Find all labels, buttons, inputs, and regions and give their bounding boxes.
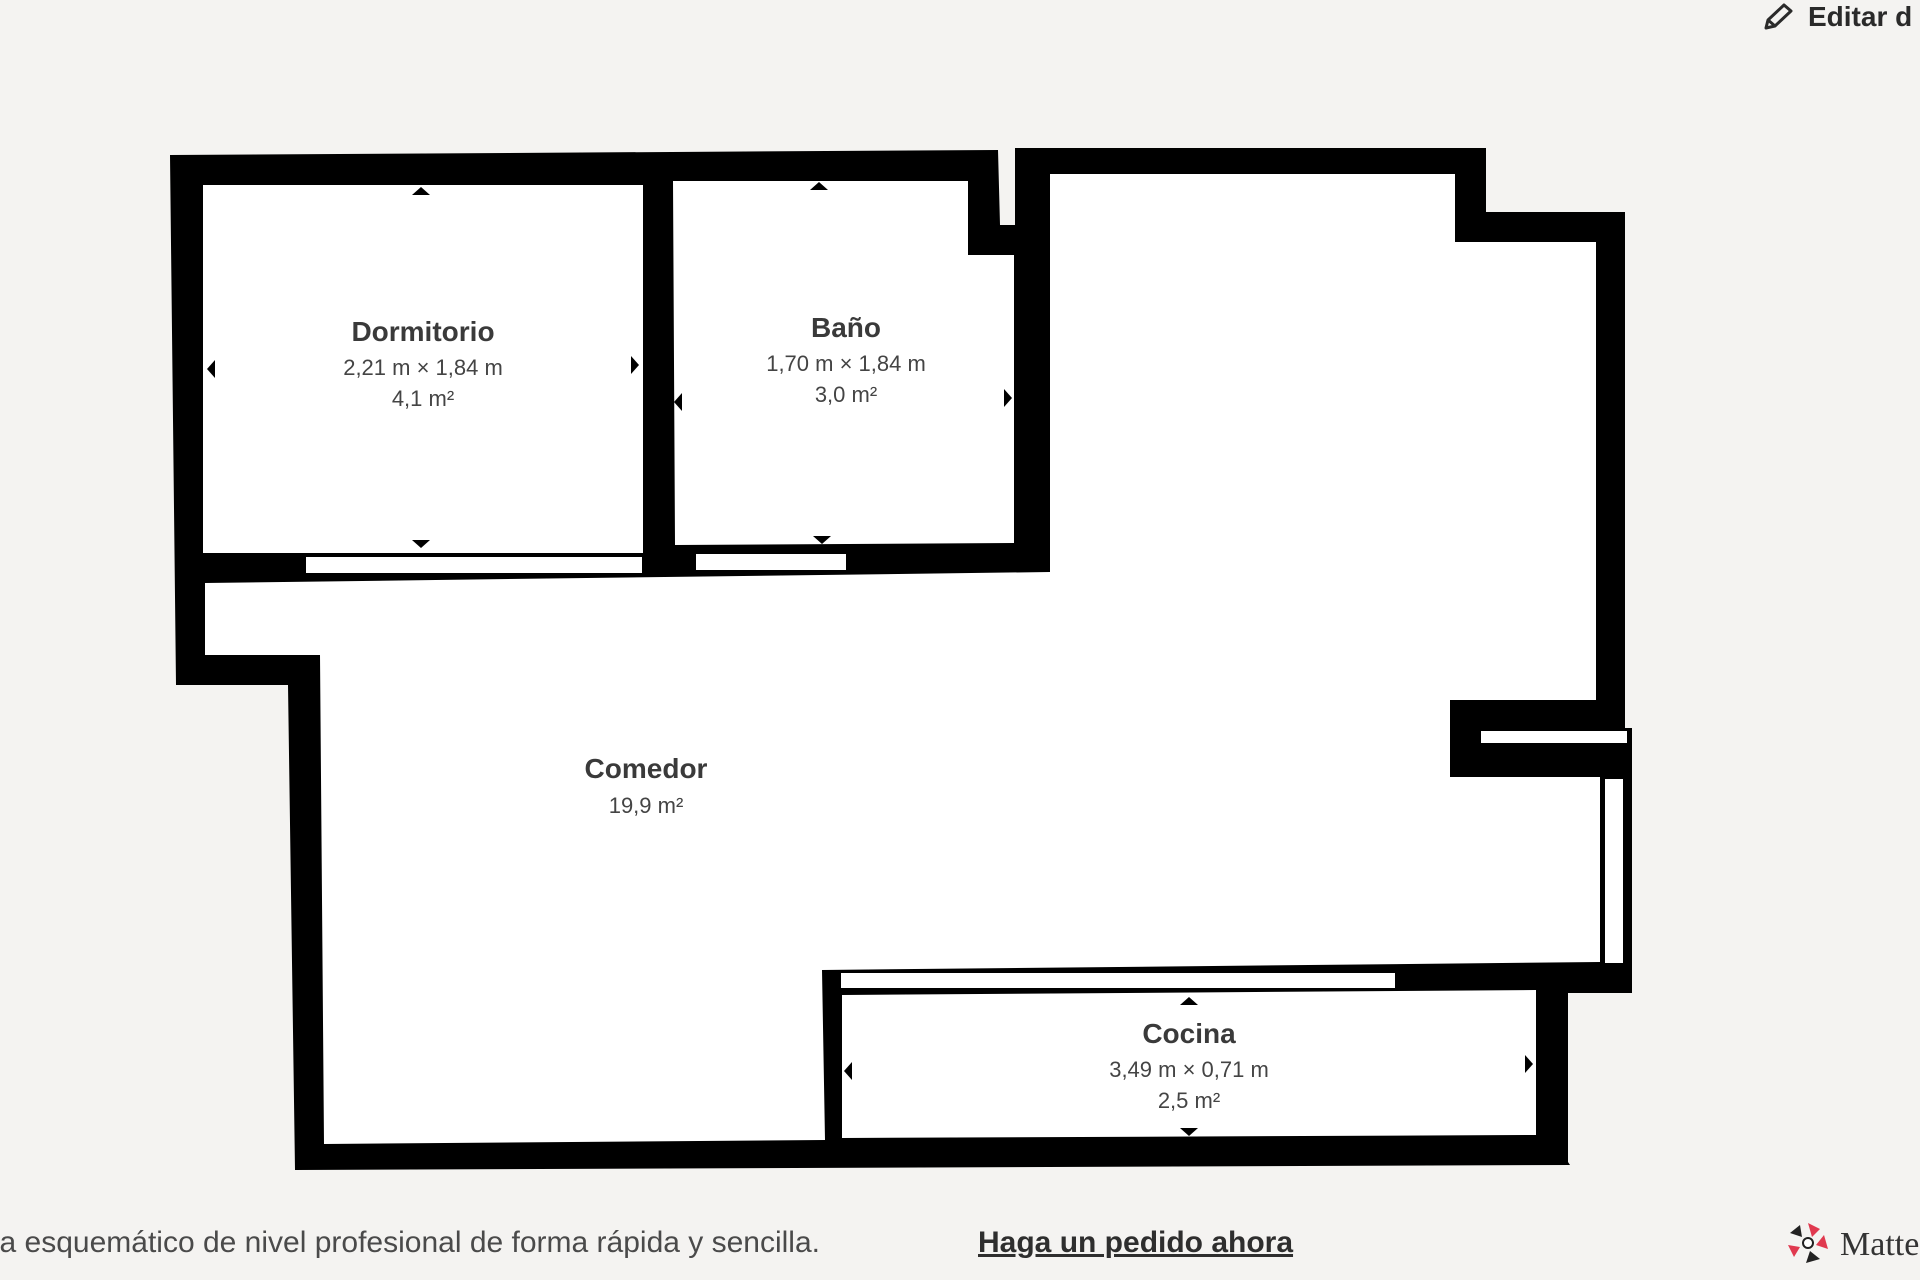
floor-plan: Dormitorio 2,21 m × 1,84 m 4,1 m² Baño 1… (170, 148, 1632, 1170)
footer-text: o de planta esquemático de nivel profesi… (0, 1226, 820, 1259)
right-window (1603, 777, 1625, 965)
room-name: Comedor (585, 753, 708, 784)
right-notch (1479, 729, 1629, 745)
cocina-opening (839, 971, 1397, 990)
room-dimensions: 2,21 m × 1,84 m (343, 355, 503, 380)
dormitorio-door (304, 555, 644, 575)
bano-door (694, 552, 848, 572)
room-area: 4,1 m² (392, 386, 454, 411)
room-dimensions: 1,70 m × 1,84 m (766, 351, 926, 376)
brand-logo[interactable]: Matte (1784, 1220, 1920, 1270)
brand-name: Matte (1840, 1226, 1920, 1263)
room-area: 19,9 m² (609, 793, 684, 818)
matterport-logo-icon (1784, 1220, 1832, 1270)
room-name: Dormitorio (351, 316, 494, 347)
footer-promo: o de planta esquemático de nivel profesi… (0, 1222, 1760, 1268)
room-dimensions: 3,49 m × 0,71 m (1109, 1057, 1269, 1082)
room-name: Baño (811, 312, 881, 343)
order-now-link[interactable]: Haga un pedido ahora (978, 1226, 1293, 1260)
room-name: Cocina (1142, 1018, 1236, 1049)
room-area: 3,0 m² (815, 382, 877, 407)
room-area: 2,5 m² (1158, 1088, 1220, 1113)
